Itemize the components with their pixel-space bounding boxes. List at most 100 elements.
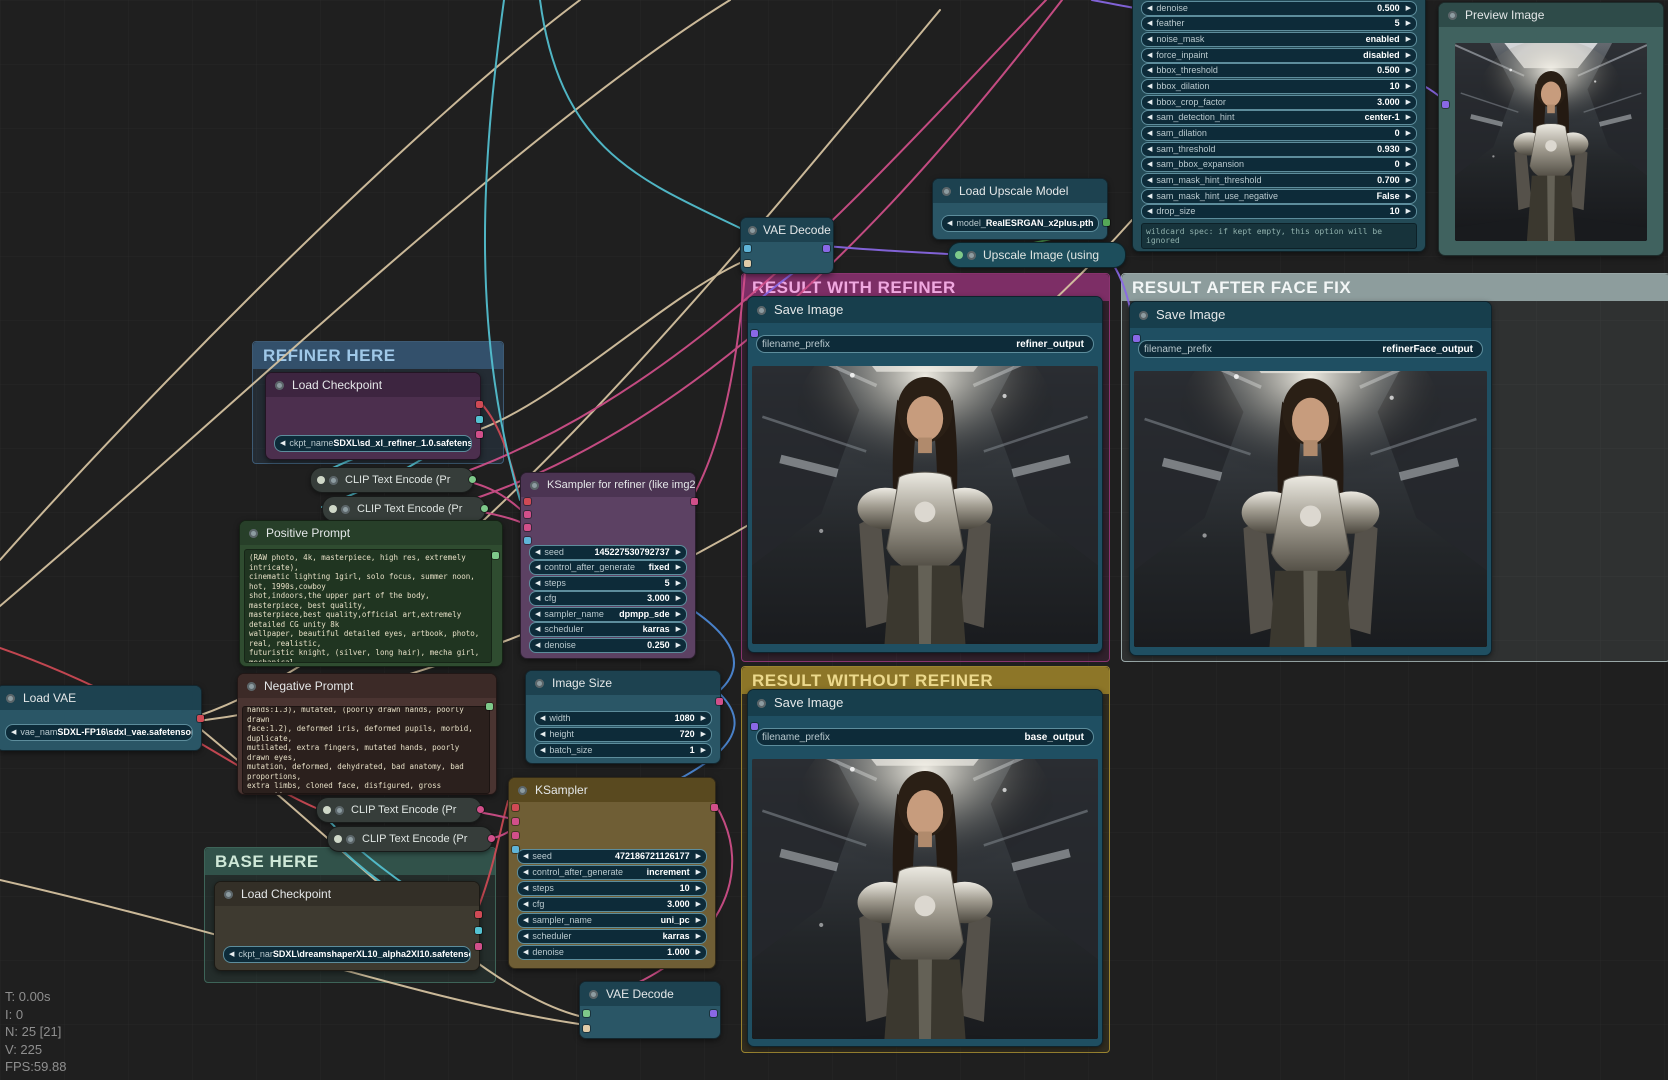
increment-arrow-icon[interactable]: ▶ [1406, 33, 1411, 46]
widget-sam-dilation[interactable]: ◀ sam_dilation 0 ▶ [1141, 126, 1417, 141]
widget-ckpt-name[interactable]: ◀ ckpt_nar SDXL\dreamshaperXL10_alpha2Xl10… [223, 946, 471, 963]
input-slot-collapsed[interactable] [329, 505, 337, 513]
decrement-arrow-icon[interactable]: ◀ [1147, 143, 1152, 156]
collapse-dot-icon[interactable] [589, 990, 598, 999]
collapse-dot-icon[interactable] [249, 529, 258, 538]
widget-seed[interactable]: ◀ seed 145227530792737 ▶ [529, 545, 687, 560]
input-slot-images[interactable] [1133, 335, 1140, 342]
increment-arrow-icon[interactable]: ▶ [1406, 190, 1411, 203]
clip-text-encode-node-4[interactable]: CLIP Text Encode (Pr [327, 826, 495, 852]
collapse-dot-icon[interactable] [942, 187, 951, 196]
decrement-arrow-icon[interactable]: ◀ [523, 930, 528, 943]
collapse-dot-icon[interactable] [275, 381, 284, 390]
widget-denoise[interactable]: ◀ denoise 0.250 ▶ [529, 638, 687, 653]
decrement-arrow-icon[interactable]: ◀ [1147, 127, 1152, 140]
input-slot-collapsed[interactable] [323, 806, 331, 814]
decrement-arrow-icon[interactable]: ◀ [535, 639, 540, 652]
decrement-arrow-icon[interactable]: ◀ [523, 898, 528, 911]
output-slot-upscale-model[interactable] [1103, 219, 1110, 226]
input-slot-latent-image[interactable] [512, 846, 519, 853]
output-slot-clip[interactable] [476, 416, 483, 423]
output-slot-text[interactable] [492, 552, 499, 559]
input-slot-images[interactable] [751, 330, 758, 337]
decrement-arrow-icon[interactable]: ◀ [540, 744, 545, 757]
prompt-textarea[interactable]: (RAW photo, 4k, masterpiece, high res, e… [244, 549, 492, 663]
output-slot-conditioning[interactable] [469, 476, 476, 483]
positive-prompt-node[interactable]: Positive Prompt (RAW photo, 4k, masterpi… [239, 520, 503, 667]
collapse-dot-icon[interactable] [335, 805, 344, 815]
input-slot-vae[interactable] [583, 1025, 590, 1032]
widget-model-name[interactable]: ◀model_RealESRGAN_x2plus.pth▶ [941, 215, 1099, 232]
decrement-arrow-icon[interactable]: ◀ [523, 850, 528, 863]
widget-width[interactable]: ◀ width 1080 ▶ [534, 711, 712, 726]
decrement-arrow-icon[interactable]: ◀ [1147, 158, 1152, 171]
collapse-dot-icon[interactable] [757, 306, 766, 315]
input-slot-samples[interactable] [744, 245, 751, 252]
increment-arrow-icon[interactable]: ▶ [1406, 158, 1411, 171]
widget-denoise[interactable]: ◀ denoise 1.000 ▶ [517, 945, 707, 960]
increment-arrow-icon[interactable]: ▶ [696, 866, 701, 879]
clip-text-encode-node-1[interactable]: CLIP Text Encode (Pr [310, 467, 476, 493]
output-slot-image[interactable] [710, 1010, 717, 1017]
widget-bbox-threshold[interactable]: ◀ bbox_threshold 0.500 ▶ [1141, 63, 1417, 78]
increment-arrow-icon[interactable]: ▶ [1406, 205, 1411, 218]
ksampler-base-node[interactable]: KSampler ◀ seed 472186721126177 ▶ ◀ control_… [508, 777, 718, 969]
decrement-arrow-icon[interactable]: ◀ [535, 546, 540, 559]
decrement-arrow-icon[interactable]: ◀ [540, 728, 545, 741]
increment-arrow-icon[interactable]: ▶ [696, 930, 701, 943]
vae-decode-bottom-node[interactable]: VAE Decode [579, 981, 721, 1039]
increment-arrow-icon[interactable]: ▶ [701, 712, 706, 725]
collapse-dot-icon[interactable] [518, 786, 527, 795]
widget-vae-name[interactable]: ◀vae_namSDXL-FP16\sdxl_vae.safetensors▶ [5, 724, 193, 741]
widget-bbox-dilation[interactable]: ◀ bbox_dilation 10 ▶ [1141, 79, 1417, 94]
widget-force-inpaint[interactable]: ◀ force_inpaint disabled ▶ [1141, 48, 1417, 63]
increment-arrow-icon[interactable]: ▶ [696, 850, 701, 863]
input-slot-negative[interactable] [524, 524, 531, 531]
widget-control-after-generate[interactable]: ◀ control_after_generate fixed ▶ [529, 560, 687, 575]
input-slot-collapsed[interactable] [334, 835, 342, 843]
output-slot-vae[interactable] [475, 943, 482, 950]
widget-cfg[interactable]: ◀ cfg 3.000 ▶ [529, 591, 687, 606]
output-slot-conditioning[interactable] [477, 806, 484, 813]
input-slot-model[interactable] [512, 804, 519, 811]
input-slot-collapsed[interactable] [955, 251, 963, 259]
decrement-arrow-icon[interactable]: ◀ [947, 217, 952, 230]
widget-cfg[interactable]: ◀ cfg 3.000 ▶ [517, 897, 707, 912]
decrement-arrow-icon[interactable]: ◀ [523, 882, 528, 895]
increment-arrow-icon[interactable]: ▶ [1406, 64, 1411, 77]
decrement-arrow-icon[interactable]: ◀ [1147, 33, 1152, 46]
widget-sam-detection-hint[interactable]: ◀ sam_detection_hint center-1 ▶ [1141, 110, 1417, 125]
clip-text-encode-node-3[interactable]: CLIP Text Encode (Pr [316, 797, 484, 823]
decrement-arrow-icon[interactable]: ◀ [1147, 80, 1152, 93]
save-image-facefix-node[interactable]: Save Image filename_prefix refinerFace_ou… [1129, 301, 1492, 656]
widget-steps[interactable]: ◀ steps 5 ▶ [529, 576, 687, 591]
collapse-dot-icon[interactable] [224, 890, 233, 899]
widget-denoise[interactable]: ◀ denoise 0.500 ▶ [1141, 1, 1417, 16]
increment-arrow-icon[interactable]: ▶ [676, 577, 681, 590]
increment-arrow-icon[interactable]: ▶ [1406, 17, 1411, 30]
widget-filename-prefix[interactable]: filename_prefix base_output [756, 728, 1094, 746]
decrement-arrow-icon[interactable]: ◀ [1147, 2, 1152, 15]
output-slot-dimensions[interactable] [716, 698, 723, 705]
decrement-arrow-icon[interactable]: ◀ [540, 712, 545, 725]
output-slot-model[interactable] [476, 401, 483, 408]
output-slot-conditioning[interactable] [488, 835, 495, 842]
widget-feather[interactable]: ◀ feather 5 ▶ [1141, 16, 1417, 31]
widget-sampler-name[interactable]: ◀ sampler_name dpmpp_sde ▶ [529, 607, 687, 622]
output-slot-image[interactable] [823, 245, 830, 252]
increment-arrow-icon[interactable]: ▶ [701, 728, 706, 741]
collapse-dot-icon[interactable] [6, 694, 15, 703]
output-slot-clip[interactable] [475, 927, 482, 934]
widget-seed[interactable]: ◀ seed 472186721126177 ▶ [517, 849, 707, 864]
widget-steps[interactable]: ◀ steps 10 ▶ [517, 881, 707, 896]
vae-decode-top-node[interactable]: VAE Decode [740, 217, 834, 274]
output-slot-conditioning[interactable] [481, 505, 488, 512]
input-slot-positive[interactable] [524, 511, 531, 518]
increment-arrow-icon[interactable]: ▶ [1406, 127, 1411, 140]
output-slot-vae[interactable] [197, 715, 204, 722]
image-size-node[interactable]: Image Size ◀ width 1080 ▶ ◀ height 720 ▶ ◀ batc… [525, 670, 723, 764]
widget-scheduler[interactable]: ◀ scheduler karras ▶ [529, 622, 687, 637]
load-checkpoint-refiner-node[interactable]: Load Checkpoint ◀ ckpt_name SDXL\sd_xl_ref… [265, 372, 483, 460]
decrement-arrow-icon[interactable]: ◀ [1147, 17, 1152, 30]
decrement-arrow-icon[interactable]: ◀ [535, 623, 540, 636]
